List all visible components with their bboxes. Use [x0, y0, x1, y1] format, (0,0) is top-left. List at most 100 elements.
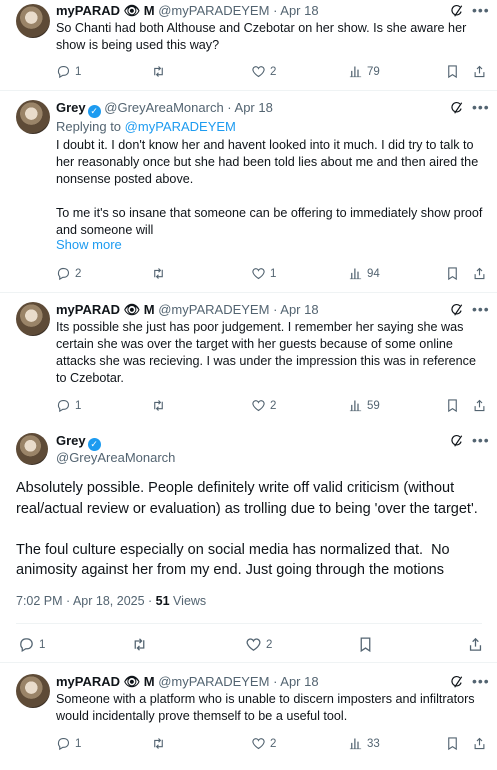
like-count: 1	[270, 267, 277, 280]
grok-icon[interactable]	[450, 303, 464, 317]
tweet-timestamp[interactable]: 7:02 PM · Apr 18, 2025 ·	[16, 594, 156, 608]
bookmark-button[interactable]	[445, 64, 460, 79]
author-name[interactable]: myPARAD 👁 M	[56, 674, 155, 689]
author-handle[interactable]: @myPARADEYEM	[158, 3, 269, 18]
tweet-date[interactable]: · Apr 18	[273, 302, 319, 317]
grok-icon[interactable]	[450, 101, 464, 115]
more-icon[interactable]: •••	[472, 674, 490, 688]
retweet-button[interactable]	[131, 636, 148, 653]
avatar[interactable]	[16, 100, 50, 134]
more-icon[interactable]: •••	[472, 302, 490, 316]
bookmark-icon	[445, 398, 460, 413]
tweet-handle-row: @GreyAreaMonarch	[56, 450, 175, 466]
like-button[interactable]: 2	[251, 64, 276, 79]
tweet-0[interactable]: myPARAD 👁 M @myPARADEYEM · Apr 18 ••• So…	[0, 0, 497, 90]
share-button[interactable]	[472, 736, 487, 751]
tweet-header: Grey ✓ @GreyAreaMonarch · Apr 18	[56, 100, 273, 118]
avatar[interactable]	[16, 302, 50, 336]
bookmark-icon	[445, 266, 460, 281]
author-handle[interactable]: @GreyAreaMonarch	[56, 450, 175, 465]
share-button[interactable]	[467, 636, 484, 653]
avatar[interactable]	[16, 674, 50, 708]
tweet-header: myPARAD 👁 M @myPARADEYEM · Apr 18	[56, 674, 319, 690]
reply-icon	[56, 266, 71, 281]
replying-label: Replying to	[56, 119, 122, 134]
tweet-actions: 2 1 94	[56, 266, 486, 282]
share-icon	[472, 266, 487, 281]
divider	[16, 623, 482, 624]
tweet-header: myPARAD 👁 M @myPARADEYEM · Apr 18	[56, 302, 319, 318]
views-button[interactable]: 94	[348, 266, 380, 281]
like-button[interactable]: 2	[245, 636, 272, 653]
retweet-button[interactable]	[151, 64, 166, 79]
bookmark-button[interactable]	[445, 266, 460, 281]
author-name[interactable]: Grey	[56, 433, 86, 448]
like-icon	[251, 398, 266, 413]
tweet-text: Someone with a platform who is unable to…	[56, 692, 479, 723]
grok-icon[interactable]	[450, 4, 464, 18]
tweet-actions: 1 2 79	[56, 64, 486, 80]
retweet-icon	[131, 636, 148, 653]
tweet-date[interactable]: · Apr 18	[273, 3, 319, 18]
reply-button[interactable]: 1	[18, 636, 45, 653]
tweet-date[interactable]: · Apr 18	[273, 674, 319, 689]
like-button[interactable]: 1	[251, 266, 276, 281]
bookmark-button[interactable]	[445, 736, 460, 751]
reply-count: 2	[75, 267, 82, 280]
views-button[interactable]: 33	[348, 736, 380, 751]
tweet-1[interactable]: Grey ✓ @GreyAreaMonarch · Apr 18 ••• Repl…	[0, 90, 497, 292]
replying-to-link[interactable]: @myPARADEYEM	[125, 119, 236, 134]
retweet-button[interactable]	[151, 266, 166, 281]
share-button[interactable]	[472, 64, 487, 79]
tweet-text: I doubt it. I don't know her and havent …	[56, 138, 483, 237]
replying-to: Replying to @myPARADEYEM	[56, 119, 236, 135]
reply-button[interactable]: 1	[56, 736, 81, 751]
share-button[interactable]	[472, 266, 487, 281]
tweet-date[interactable]: · Apr 18	[227, 100, 273, 115]
like-icon	[251, 736, 266, 751]
retweet-icon	[151, 736, 166, 751]
author-name[interactable]: myPARAD 👁 M	[56, 302, 155, 317]
reply-icon	[18, 636, 35, 653]
verified-icon: ✓	[87, 105, 101, 118]
retweet-button[interactable]	[151, 398, 166, 413]
views-count: 94	[367, 267, 380, 280]
views-button[interactable]: 59	[348, 398, 380, 413]
like-button[interactable]: 2	[251, 398, 276, 413]
more-icon[interactable]: •••	[472, 433, 490, 447]
views-button[interactable]: 79	[348, 64, 380, 79]
author-handle[interactable]: @myPARADEYEM	[158, 674, 269, 689]
grok-icon[interactable]	[450, 675, 464, 689]
views-icon	[348, 64, 363, 79]
tweet-4[interactable]: myPARAD 👁 M @myPARADEYEM · Apr 18 ••• So…	[0, 662, 497, 770]
like-button[interactable]: 2	[251, 736, 276, 751]
more-icon[interactable]: •••	[472, 100, 490, 114]
share-button[interactable]	[472, 398, 487, 413]
grok-icon[interactable]	[450, 434, 464, 448]
reply-count: 1	[75, 737, 82, 750]
share-icon	[472, 64, 487, 79]
bookmark-button[interactable]	[357, 636, 374, 653]
tweet-text: Absolutely possible. People definitely w…	[16, 480, 478, 578]
reply-count: 1	[75, 399, 82, 412]
author-name[interactable]: myPARAD 👁 M	[56, 3, 155, 18]
bookmark-button[interactable]	[445, 398, 460, 413]
author-name[interactable]: Grey	[56, 100, 86, 115]
more-icon[interactable]: •••	[472, 3, 490, 17]
retweet-button[interactable]	[151, 736, 166, 751]
reply-button[interactable]: 1	[56, 64, 81, 79]
reply-button[interactable]: 1	[56, 398, 81, 413]
tweet-header: Grey ✓	[56, 433, 101, 451]
tweet-2[interactable]: myPARAD 👁 M @myPARADEYEM · Apr 18 ••• It…	[0, 292, 497, 422]
retweet-icon	[151, 64, 166, 79]
show-more-link[interactable]: Show more	[56, 236, 122, 253]
reply-count: 1	[75, 65, 82, 78]
views-icon	[348, 266, 363, 281]
avatar[interactable]	[16, 4, 50, 38]
bookmark-icon	[445, 64, 460, 79]
author-handle[interactable]: @GreyAreaMonarch	[104, 100, 223, 115]
tweet-text: So Chanti had both Althouse and Czebotar…	[56, 21, 470, 52]
avatar[interactable]	[16, 433, 48, 465]
author-handle[interactable]: @myPARADEYEM	[158, 302, 269, 317]
reply-button[interactable]: 2	[56, 266, 81, 281]
